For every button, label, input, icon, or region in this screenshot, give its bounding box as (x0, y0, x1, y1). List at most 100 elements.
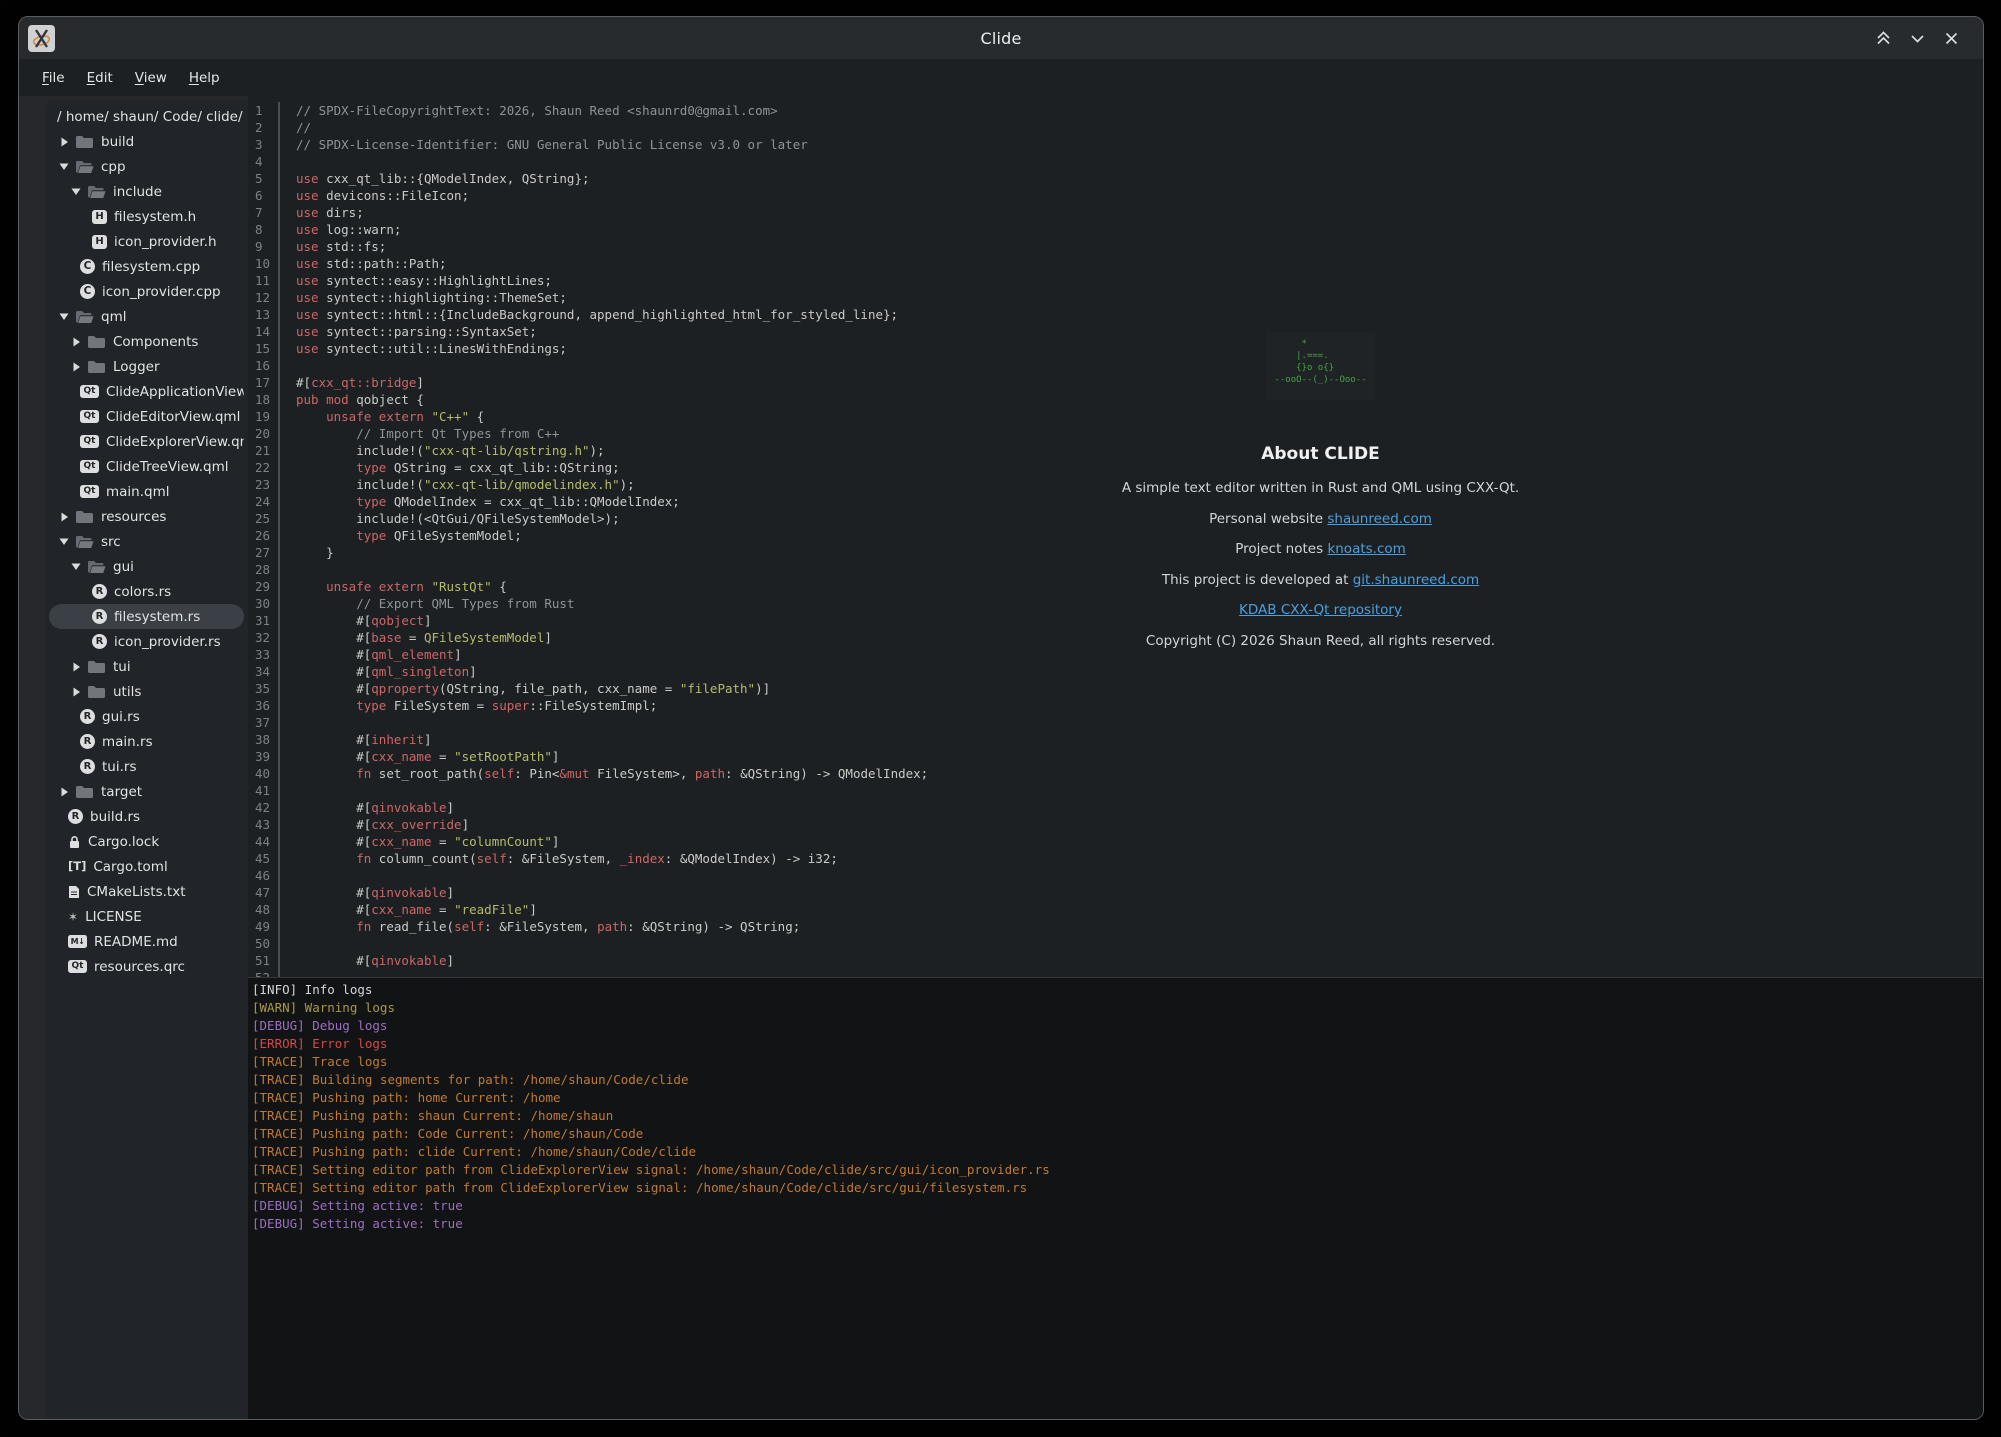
tree-item-target[interactable]: target (49, 779, 244, 804)
line-number: 40 (248, 765, 278, 782)
code-text: #[qinvokable] (278, 884, 1983, 901)
tree-item-build-rs[interactable]: Rbuild.rs (49, 804, 244, 829)
tree-item-label: target (101, 784, 142, 800)
chevron-right-icon[interactable] (71, 337, 81, 347)
chevron-right-icon[interactable] (71, 362, 81, 372)
tree-item-colors-rs[interactable]: Rcolors.rs (49, 579, 244, 604)
code-line: 40 fn set_root_path(self: Pin<&mut FileS… (248, 765, 1983, 782)
tree-item-cargo-lock[interactable]: Cargo.lock (49, 829, 244, 854)
about-link-row: This project is developed at git.shaunre… (1058, 572, 1583, 588)
tree-item-cargo-toml[interactable]: [T]Cargo.toml (49, 854, 244, 879)
chevron-right-icon[interactable] (59, 787, 69, 797)
line-number: 32 (248, 629, 278, 646)
tree-item-cmakelists-txt[interactable]: CMakeLists.txt (49, 879, 244, 904)
tree-item-resources-qrc[interactable]: Qtresources.qrc (49, 954, 244, 979)
code-text: #[cxx_name = "columnCount"] (278, 833, 1983, 850)
line-number: 24 (248, 493, 278, 510)
line-number: 11 (248, 272, 278, 289)
chevron-down-icon[interactable] (71, 562, 81, 571)
close-button[interactable] (1942, 29, 1961, 48)
chevron-right-icon[interactable] (59, 512, 69, 522)
tree-item-icon-provider-cpp[interactable]: Cicon_provider.cpp (49, 279, 244, 304)
tree-item-clideexplorerview-qml[interactable]: QtClideExplorerView.qml (49, 429, 244, 454)
tree-item-components[interactable]: Components (49, 329, 244, 354)
menu-file[interactable]: File (31, 66, 76, 90)
link-kdab-cxx-qt-repository[interactable]: KDAB CXX-Qt repository (1239, 602, 1402, 618)
qt-file-icon: Qt (80, 435, 99, 448)
tree-item-logger[interactable]: Logger (49, 354, 244, 379)
tree-item-tui[interactable]: tui (49, 654, 244, 679)
tree-root-path[interactable]: / home/ shaun/ Code/ clide/ (49, 104, 244, 129)
tree-item-tui-rs[interactable]: Rtui.rs (49, 754, 244, 779)
tree-item-include[interactable]: include (49, 179, 244, 204)
tree-item-gui[interactable]: gui (49, 554, 244, 579)
code-editor[interactable]: 1// SPDX-FileCopyrightText: 2026, Shaun … (248, 96, 1983, 977)
tree-item-readme-md[interactable]: M↓README.md (49, 929, 244, 954)
line-number: 20 (248, 425, 278, 442)
tree-item-gui-rs[interactable]: Rgui.rs (49, 704, 244, 729)
link-shaunreed-com[interactable]: shaunreed.com (1327, 511, 1432, 527)
chevron-right-icon[interactable] (59, 137, 69, 147)
tree-item-icon-provider-rs[interactable]: Ricon_provider.rs (49, 629, 244, 654)
chevron-down-icon[interactable] (71, 187, 81, 196)
menu-view[interactable]: View (124, 66, 178, 90)
tree-item-license[interactable]: ✶LICENSE (49, 904, 244, 929)
chevron-down-icon[interactable] (59, 312, 69, 321)
tree-item-src[interactable]: src (49, 529, 244, 554)
tree-item-clideapplicationview-qml[interactable]: QtClideApplicationView.qml (49, 379, 244, 404)
shade-button[interactable] (1874, 29, 1893, 48)
line-number: 52 (248, 969, 278, 977)
tree-item-cpp[interactable]: cpp (49, 154, 244, 179)
tree-item-main-rs[interactable]: Rmain.rs (49, 729, 244, 754)
tree-item-label: icon_provider.cpp (102, 284, 221, 300)
code-text: fn set_root_path(self: Pin<&mut FileSyst… (278, 765, 1983, 782)
menu-help[interactable]: Help (178, 66, 231, 90)
title-bar[interactable]: Clide (19, 17, 1983, 59)
tree-item-qml[interactable]: qml (49, 304, 244, 329)
code-text: #[qproperty(QString, file_path, cxx_name… (278, 680, 1983, 697)
code-text: use std::fs; (278, 238, 1983, 255)
log-console[interactable]: [INFO] Info logs[WARN] Warning logs[DEBU… (248, 977, 1983, 1419)
chevron-right-icon[interactable] (71, 662, 81, 672)
line-number: 18 (248, 391, 278, 408)
code-text (278, 969, 1983, 977)
line-number: 36 (248, 697, 278, 714)
tree-item-label: include (113, 184, 162, 200)
menu-edit[interactable]: Edit (76, 66, 124, 90)
tree-item-filesystem-rs[interactable]: Rfilesystem.rs (49, 604, 244, 629)
code-line: 46 (248, 867, 1983, 884)
tree-item-resources[interactable]: resources (49, 504, 244, 529)
app-window: Clide FileEditViewHelp / (18, 16, 1984, 1420)
tree-item-label: src (101, 534, 121, 550)
code-line: 13use syntect::html::{IncludeBackground,… (248, 306, 1983, 323)
folder-closed-icon (87, 360, 106, 374)
tree-item-label: colors.rs (114, 584, 171, 600)
code-line: 45 fn column_count(self: &FileSystem, _i… (248, 850, 1983, 867)
chevron-down-icon[interactable] (59, 162, 69, 171)
rust-file-icon: R (68, 809, 83, 824)
tree-item-utils[interactable]: utils (49, 679, 244, 704)
line-number: 45 (248, 850, 278, 867)
tree-item-label: CMakeLists.txt (87, 884, 186, 900)
code-line: 9use std::fs; (248, 238, 1983, 255)
tree-item-main-qml[interactable]: Qtmain.qml (49, 479, 244, 504)
tree-item-filesystem-cpp[interactable]: Cfilesystem.cpp (49, 254, 244, 279)
tree-item-build[interactable]: build (49, 129, 244, 154)
tree-item-clidetreeview-qml[interactable]: QtClideTreeView.qml (49, 454, 244, 479)
code-line: 41 (248, 782, 1983, 799)
code-line: 38 #[inherit] (248, 731, 1983, 748)
tree-item-icon-provider-h[interactable]: Hicon_provider.h (49, 229, 244, 254)
code-line: 5use cxx_qt_lib::{QModelIndex, QString}; (248, 170, 1983, 187)
tree-item-filesystem-h[interactable]: Hfilesystem.h (49, 204, 244, 229)
tree-item-clideeditorview-qml[interactable]: QtClideEditorView.qml (49, 404, 244, 429)
chevron-down-icon[interactable] (59, 537, 69, 546)
code-line: 50 (248, 935, 1983, 952)
link-knoats-com[interactable]: knoats.com (1327, 541, 1405, 557)
file-explorer[interactable]: / home/ shaun/ Code/ clide/ buildcpp incl… (45, 100, 248, 1419)
link-git-shaunreed-com[interactable]: git.shaunreed.com (1353, 572, 1479, 588)
line-number: 31 (248, 612, 278, 629)
minimize-button[interactable] (1908, 29, 1927, 48)
line-number: 34 (248, 663, 278, 680)
log-entry-warn: [WARN] Warning logs (252, 999, 1983, 1017)
chevron-right-icon[interactable] (71, 687, 81, 697)
